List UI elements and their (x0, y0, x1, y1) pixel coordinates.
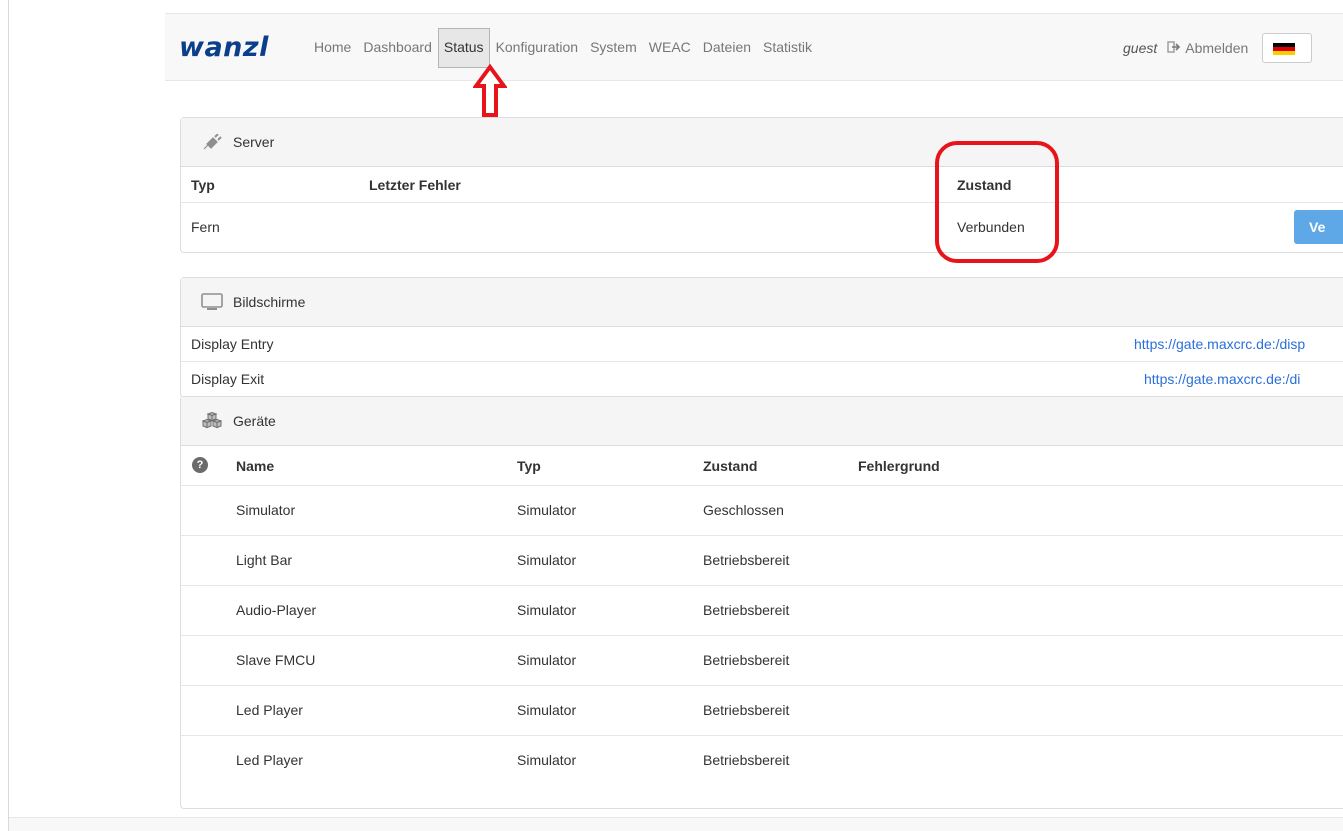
logout-link[interactable]: Abmelden (1167, 40, 1248, 56)
nav-dateien[interactable]: Dateien (697, 28, 757, 68)
device-row-type: Simulator (517, 702, 577, 718)
screens-panel-heading: Bildschirme (181, 278, 1343, 327)
screen-row-name: Display Entry (191, 336, 274, 352)
device-row-name: Simulator (236, 502, 296, 518)
nav-statistik[interactable]: Statistik (757, 28, 818, 68)
screen-row-name: Display Exit (191, 371, 265, 387)
server-col-last-error: Letzter Fehler (369, 177, 461, 193)
device-row-type: Simulator (517, 552, 577, 568)
nav-status[interactable]: Status (437, 28, 490, 68)
screens-panel-title: Bildschirme (233, 294, 306, 310)
nav-user-area: guest Abmelden (1123, 28, 1313, 68)
de-flag-icon (1273, 43, 1296, 55)
screen-row: Display Exit https://gate.maxcrc.de:/di (181, 362, 1343, 397)
devices-col-type: Typ (517, 458, 541, 474)
device-row-type: Simulator (517, 752, 577, 768)
annotation-arrow-up-icon (472, 63, 508, 118)
device-row-name: Led Player (236, 752, 303, 768)
plug-icon (201, 133, 223, 151)
device-row-state: Geschlossen (703, 502, 784, 518)
logout-label: Abmelden (1185, 40, 1249, 56)
server-reconnect-button[interactable]: Ve (1294, 210, 1343, 244)
nav-weac[interactable]: WEAC (643, 28, 697, 68)
devices-panel: Geräte ? Name Typ Zustand Fehlergrund Si… (180, 396, 1343, 809)
device-row-state: Betriebsbereit (703, 602, 790, 618)
device-row-name: Led Player (236, 702, 303, 718)
screen-row-url-link[interactable]: https://gate.maxcrc.de:/di (1144, 362, 1300, 397)
app-window: wanzl Home Dashboard Status Konfiguratio… (165, 13, 1343, 817)
logout-icon (1167, 40, 1181, 56)
page-left-border (0, 0, 9, 831)
user-name: guest (1123, 40, 1158, 56)
device-row-state: Betriebsbereit (703, 652, 790, 668)
wanzl-logo[interactable]: wanzl (179, 33, 269, 63)
top-navbar: wanzl Home Dashboard Status Konfiguratio… (165, 14, 1343, 81)
device-row: Simulator Simulator Geschlossen (181, 486, 1343, 536)
device-row-state: Betriebsbereit (703, 752, 790, 768)
device-row: Slave FMCU Simulator Betriebsbereit (181, 636, 1343, 686)
page-bottom-border (9, 817, 1343, 831)
screen-row-url-link[interactable]: https://gate.maxcrc.de:/disp (1134, 327, 1305, 362)
device-row: Led Player Simulator Betriebsbereit (181, 736, 1343, 786)
server-row-state: Verbunden (957, 219, 1025, 235)
device-row-state: Betriebsbereit (703, 552, 790, 568)
nav-links: Home Dashboard Status Konfiguration Syst… (308, 28, 818, 68)
help-icon[interactable]: ? (192, 457, 208, 473)
devices-col-error: Fehlergrund (858, 458, 940, 474)
device-row: Audio-Player Simulator Betriebsbereit (181, 586, 1343, 636)
device-row-name: Audio-Player (236, 602, 317, 618)
device-row: Light Bar Simulator Betriebsbereit (181, 536, 1343, 586)
devices-col-state: Zustand (703, 458, 758, 474)
devices-panel-heading: Geräte (181, 397, 1343, 446)
devices-table-header: ? Name Typ Zustand Fehlergrund (181, 446, 1343, 486)
server-table-header: Typ Letzter Fehler Zustand (181, 167, 1343, 203)
server-row-type: Fern (191, 219, 220, 235)
device-row: Led Player Simulator Betriebsbereit (181, 686, 1343, 736)
nav-konfiguration[interactable]: Konfiguration (490, 28, 585, 68)
server-panel: Server Typ Letzter Fehler Zustand Fern V… (180, 117, 1343, 253)
server-col-state: Zustand (957, 177, 1012, 193)
server-row: Fern Verbunden Ve (181, 203, 1343, 252)
device-row-name: Light Bar (236, 552, 293, 568)
cubes-icon (201, 412, 223, 430)
nav-dashboard[interactable]: Dashboard (357, 28, 438, 68)
device-row-type: Simulator (517, 602, 577, 618)
device-row-type: Simulator (517, 502, 577, 518)
screen-row: Display Entry https://gate.maxcrc.de:/di… (181, 327, 1343, 362)
language-button[interactable] (1262, 33, 1313, 63)
server-col-type: Typ (191, 177, 215, 193)
screens-panel: Bildschirme Display Entry https://gate.m… (180, 277, 1343, 398)
device-row-state: Betriebsbereit (703, 702, 790, 718)
server-panel-title: Server (233, 134, 275, 150)
monitor-icon (201, 293, 223, 311)
server-panel-heading: Server (181, 118, 1343, 167)
device-row-type: Simulator (517, 652, 577, 668)
device-row-name: Slave FMCU (236, 652, 316, 668)
nav-system[interactable]: System (584, 28, 643, 68)
nav-home[interactable]: Home (308, 28, 357, 68)
devices-col-name: Name (236, 458, 275, 474)
devices-panel-title: Geräte (233, 413, 276, 429)
